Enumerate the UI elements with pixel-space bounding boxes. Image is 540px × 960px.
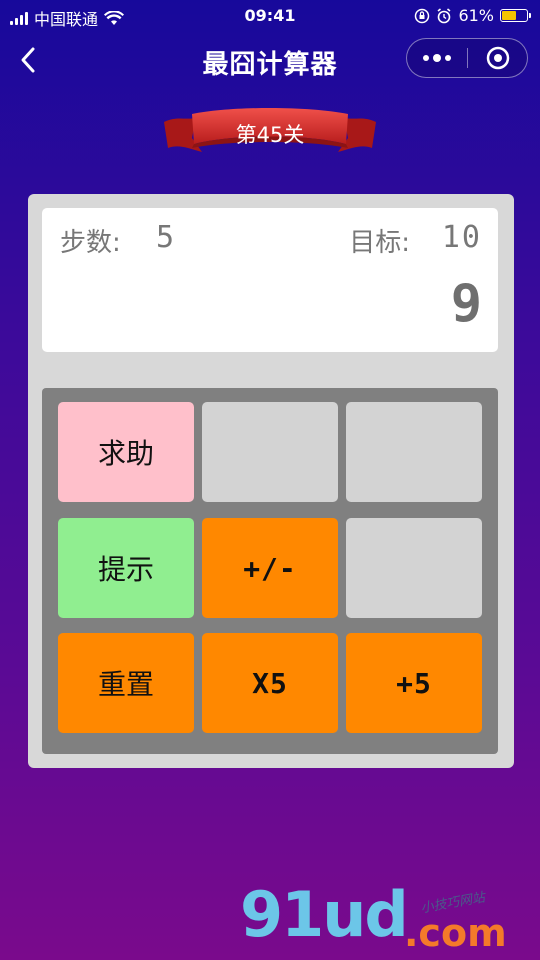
watermark-domain: .com — [404, 911, 507, 955]
calculator-display: 步数: 5 目标: 10 9 — [42, 208, 498, 352]
reset-button-label: 重置 — [97, 668, 154, 701]
more-dots-icon — [423, 55, 429, 61]
target-label: 目标: — [349, 228, 410, 258]
steps-label: 步数: — [60, 228, 121, 258]
orientation-lock-icon — [415, 8, 430, 23]
target-circle-icon — [486, 46, 510, 70]
calculator-panel: 步数: 5 目标: 10 9 求助 提示 +/- 重置 X5 +5 — [28, 194, 514, 768]
steps-value: 5 — [156, 220, 177, 255]
alarm-icon — [437, 7, 451, 23]
help-button-label: 求助 — [97, 437, 154, 470]
negate-button[interactable]: +/- — [202, 518, 338, 618]
empty-key — [346, 518, 482, 618]
status-bar: 中国联通 09:41 61% — [0, 0, 540, 32]
help-button[interactable]: 求助 — [58, 402, 194, 502]
capsule-divider — [467, 48, 468, 68]
watermark-main: 91ud — [240, 878, 409, 951]
nav-bar: 最囧计算器 — [0, 32, 540, 88]
status-right: 61% — [414, 6, 531, 25]
add-5-button[interactable]: +5 — [346, 633, 482, 733]
close-miniprogram-button[interactable] — [469, 39, 527, 77]
target-value: 10 — [441, 220, 482, 255]
hint-button-label: 提示 — [97, 553, 154, 586]
multiply-5-label: X5 — [252, 666, 288, 700]
battery-icon — [500, 9, 531, 22]
negate-button-label: +/- — [243, 551, 297, 585]
current-value: 9 — [450, 274, 482, 334]
level-label: 第45关 — [235, 123, 305, 147]
empty-key — [346, 402, 482, 502]
add-5-label: +5 — [396, 666, 432, 700]
battery-percent: 61% — [458, 6, 494, 25]
level-ribbon: 第45关 — [162, 104, 378, 164]
battery-fill — [502, 11, 517, 20]
multiply-5-button[interactable]: X5 — [202, 633, 338, 733]
watermark-logo: 91ud .com 小技巧网站 — [240, 884, 530, 956]
empty-key — [202, 402, 338, 502]
keypad: 求助 提示 +/- 重置 X5 +5 — [42, 388, 498, 754]
more-button[interactable] — [407, 39, 467, 77]
capsule-menu — [406, 38, 528, 78]
hint-button[interactable]: 提示 — [58, 518, 194, 618]
reset-button[interactable]: 重置 — [58, 633, 194, 733]
